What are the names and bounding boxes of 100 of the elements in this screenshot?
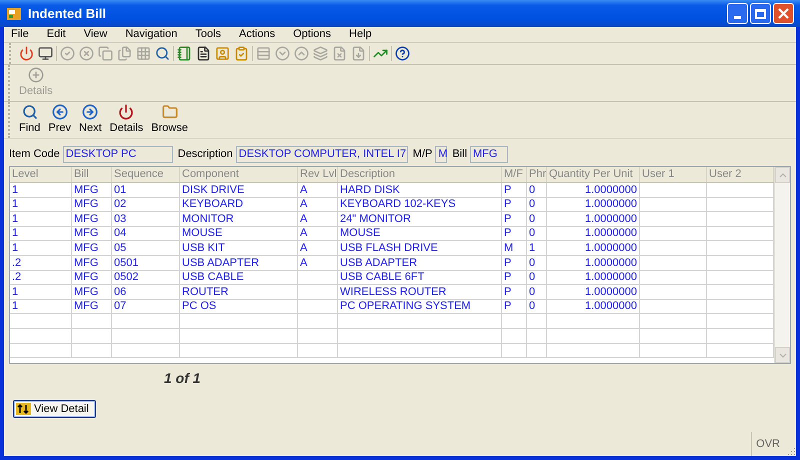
table-cell: 0	[527, 270, 547, 284]
table-cell: MFG	[72, 300, 112, 314]
checklist-icon[interactable]	[234, 46, 249, 61]
menu-item[interactable]: Tools	[193, 26, 224, 43]
table-cell: A	[298, 241, 338, 255]
table-cell: 1	[10, 183, 72, 197]
text-field[interactable]: DESKTOP COMPUTER, INTEL I7	[236, 146, 408, 162]
table-cell: 1	[10, 300, 72, 314]
table-cell: MONITOR	[180, 212, 298, 226]
nav-button[interactable]: Details	[106, 102, 148, 138]
table-cell: PC OPERATING SYSTEM	[338, 300, 502, 314]
text-field[interactable]: M	[435, 146, 448, 162]
table-cell: MFG	[72, 285, 112, 299]
table-cell: MOUSE	[180, 226, 298, 240]
table-cell: .2	[10, 256, 72, 270]
table-cell: MFG	[72, 256, 112, 270]
table-cell: 1.0000000	[547, 198, 640, 212]
minimize-button[interactable]	[727, 3, 748, 24]
folder-icon	[162, 104, 178, 120]
window-title: Indented Bill	[28, 4, 107, 23]
table-cell: P	[502, 256, 527, 270]
close-icon	[778, 8, 789, 19]
help-icon[interactable]	[395, 46, 410, 61]
power-icon[interactable]	[19, 46, 34, 61]
menu-item[interactable]: Options	[291, 26, 334, 43]
table-cell: 04	[112, 226, 180, 240]
table-cell: 1.0000000	[547, 300, 640, 314]
table-cell: USB FLASH DRIVE	[338, 241, 502, 255]
table-cell: MFG	[72, 241, 112, 255]
table-cell: 1.0000000	[547, 212, 640, 226]
search-icon	[22, 104, 38, 120]
text-field[interactable]: MFG	[470, 146, 508, 162]
back-icon	[52, 104, 68, 120]
table-cell: 01	[112, 183, 180, 197]
table-cell: 1.0000000	[547, 183, 640, 197]
table-cell: P	[502, 198, 527, 212]
table-cell: 24" MONITOR	[338, 212, 502, 226]
text-field[interactable]: DESKTOP PC	[62, 146, 173, 162]
notebook-icon[interactable]	[177, 46, 192, 61]
table-cell: 0	[527, 212, 547, 226]
nav-button[interactable]: Browse	[147, 102, 192, 138]
table-cell: USB CABLE 6FT	[338, 270, 502, 284]
table-cell: ROUTER	[180, 285, 298, 299]
menu-item[interactable]: Actions	[237, 26, 278, 43]
table-cell: MFG	[72, 270, 112, 284]
table-cell: A	[298, 212, 338, 226]
app-icon	[6, 6, 22, 22]
windows-icon[interactable]	[38, 46, 53, 61]
nav-button[interactable]: Prev	[44, 102, 76, 138]
table-cell: A	[298, 256, 338, 270]
field-label: Item Code	[9, 146, 60, 162]
menu-item[interactable]: File	[9, 26, 31, 43]
field-label: Description	[178, 146, 233, 162]
table-cell: 1.0000000	[547, 226, 640, 240]
table-cell: WIRELESS ROUTER	[338, 285, 502, 299]
table-cell: USB CABLE	[180, 270, 298, 284]
table-cell: P	[502, 183, 527, 197]
table-cell: 0	[527, 198, 547, 212]
table-cell: .2	[10, 270, 72, 284]
table-cell: P	[502, 300, 527, 314]
table-cell: MFG	[72, 226, 112, 240]
table-cell: HARD DISK	[338, 183, 502, 197]
table-cell: P	[502, 270, 527, 284]
menu-item[interactable]: Navigation	[123, 26, 180, 43]
close-button[interactable]	[773, 3, 794, 24]
table-cell: A	[298, 183, 338, 197]
view-detail-button[interactable]: View Detail	[13, 400, 96, 418]
nav-button[interactable]: Find	[15, 102, 44, 138]
table-cell: 0	[527, 256, 547, 270]
table-cell: 1	[10, 226, 72, 240]
add-icon	[28, 66, 44, 83]
table-cell: P	[502, 226, 527, 240]
menu-item[interactable]: Edit	[44, 26, 68, 43]
table-cell: 1	[527, 241, 547, 255]
table-cell: 05	[112, 241, 180, 255]
table-cell: 1.0000000	[547, 241, 640, 255]
table-cell: A	[298, 226, 338, 240]
document-icon[interactable]	[196, 46, 211, 61]
table-cell: 0501	[112, 256, 180, 270]
search-icon[interactable]	[155, 46, 170, 61]
table-cell: 03	[112, 212, 180, 226]
table-cell: PC OS	[180, 300, 298, 314]
nav-button[interactable]: Next	[75, 102, 106, 138]
table-cell: 0	[527, 226, 547, 240]
menu-item[interactable]: View	[82, 26, 110, 43]
table-cell: 07	[112, 300, 180, 314]
table-cell: 06	[112, 285, 180, 299]
table-cell: A	[298, 198, 338, 212]
power-icon	[118, 104, 134, 120]
arrows-icon	[16, 403, 31, 415]
table-cell: M	[502, 241, 527, 255]
table-cell: 0502	[112, 270, 180, 284]
forward-icon	[82, 104, 98, 120]
menu-item[interactable]: Help	[347, 26, 374, 43]
maximize-button[interactable]	[750, 3, 771, 24]
table-cell: USB KIT	[180, 241, 298, 255]
table-cell: KEYBOARD	[180, 198, 298, 212]
table-cell: 1	[10, 241, 72, 255]
field-label: Bill	[452, 146, 468, 162]
table-cell: DISK DRIVE	[180, 183, 298, 197]
